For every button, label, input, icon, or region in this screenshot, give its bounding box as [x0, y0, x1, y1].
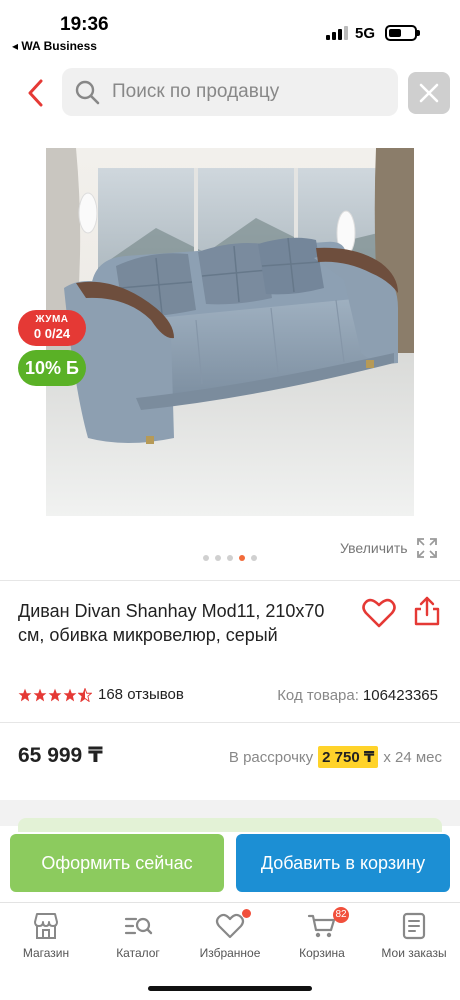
rating-row[interactable]: 168 отзывов	[18, 686, 184, 703]
juma-promo-value: 0 0/24	[33, 326, 71, 341]
nav-label: Каталог	[116, 946, 160, 960]
divider	[0, 580, 460, 581]
heart-icon	[215, 913, 245, 939]
nav-item-cart[interactable]: 82 Корзина	[276, 907, 368, 960]
close-icon	[419, 83, 439, 103]
promo-strip	[18, 818, 442, 832]
product-price: 65 999 ₸	[18, 744, 103, 767]
nav-item-catalog[interactable]: Каталог	[92, 911, 184, 960]
gallery-dot[interactable]	[251, 555, 257, 561]
installment-info[interactable]: В рассрочку 2 750 ₸ х 24 мес	[229, 746, 442, 768]
nav-label: Избранное	[199, 946, 261, 960]
search-box[interactable]	[62, 68, 398, 116]
catalog-icon	[124, 917, 153, 935]
installment-suffix: х 24 мес	[383, 748, 442, 766]
add-to-cart-button[interactable]: Добавить в корзину	[236, 834, 450, 892]
gallery-dots	[203, 555, 257, 561]
reviews-link[interactable]: 168 отзывов	[98, 686, 184, 703]
cart-count-badge: 82	[333, 907, 349, 923]
expand-icon	[416, 538, 437, 558]
share-button[interactable]	[413, 596, 441, 626]
zoom-label: Увеличить	[340, 540, 408, 556]
discount-badge: 10% Б	[18, 350, 86, 386]
gallery-dot-active[interactable]	[239, 555, 245, 561]
gallery-dot[interactable]	[215, 555, 221, 561]
status-bar: 19:36 ◂ WA Business 5G	[0, 0, 460, 56]
favorite-button[interactable]	[362, 598, 396, 628]
gallery-dot[interactable]	[227, 555, 233, 561]
nav-label: Магазин	[22, 946, 70, 960]
battery-icon	[385, 25, 420, 41]
sofa-photo	[46, 148, 414, 516]
product-code-label: Код товара:	[277, 687, 359, 704]
nav-label: Корзина	[299, 946, 345, 960]
product-title: Диван Divan Shanhay Mod11, 210x70 см, об…	[18, 601, 325, 645]
rating-stars	[18, 687, 92, 702]
orders-icon	[402, 912, 426, 940]
zoom-button[interactable]: Увеличить	[340, 537, 438, 559]
divider	[0, 722, 460, 723]
shop-icon	[34, 913, 58, 939]
product-code-value: 106423365	[362, 687, 438, 704]
heart-icon	[362, 598, 396, 628]
signal-icon	[326, 26, 348, 40]
search-input[interactable]	[112, 81, 372, 103]
share-icon	[414, 596, 440, 626]
product-image[interactable]	[46, 148, 414, 516]
checkout-now-button[interactable]: Оформить сейчас	[10, 834, 224, 892]
gallery-dot[interactable]	[203, 555, 209, 561]
product-code: Код товара: 106423365	[277, 687, 438, 704]
star-icon	[48, 688, 62, 701]
star-icon	[18, 688, 32, 701]
star-half-icon	[78, 687, 92, 702]
nav-item-orders[interactable]: Мои заказы	[368, 911, 460, 960]
network-type: 5G	[355, 25, 376, 42]
notification-dot	[242, 909, 251, 918]
home-indicator[interactable]	[148, 986, 312, 991]
search-icon	[75, 80, 100, 105]
nav-item-shop[interactable]: Магазин	[0, 911, 92, 960]
juma-promo-badge: ЖУМА 0 0/24	[18, 310, 86, 346]
close-button[interactable]	[408, 72, 450, 114]
back-button[interactable]	[20, 76, 50, 110]
installment-prefix: В рассрочку	[228, 748, 314, 766]
nav-item-favorites[interactable]: Избранное	[184, 909, 276, 960]
juma-promo-title: ЖУМА	[35, 314, 69, 325]
star-icon	[33, 688, 47, 701]
chevron-left-icon	[28, 79, 43, 107]
back-to-app-link[interactable]: ◂ WA Business	[12, 39, 97, 53]
status-time: 19:36	[60, 14, 109, 35]
star-icon	[63, 688, 77, 701]
installment-amount: 2 750 ₸	[318, 746, 379, 768]
nav-label: Мои заказы	[381, 946, 447, 960]
